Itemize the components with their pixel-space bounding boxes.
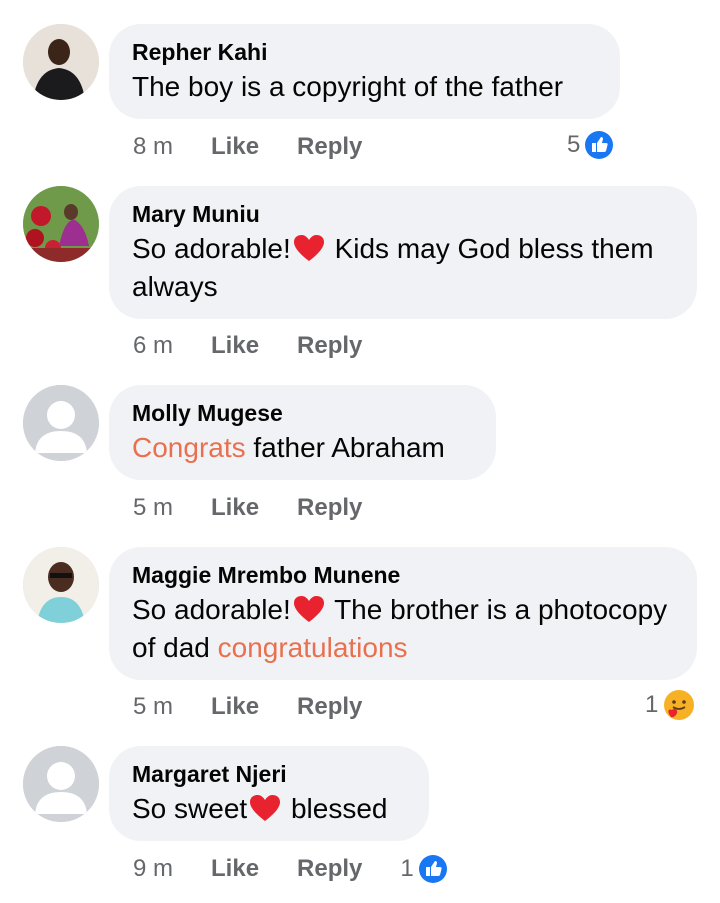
comment-text: So sweet blessed [132,790,407,828]
comment-bubble: Repher Kahi The boy is a copyright of th… [109,24,620,119]
timestamp[interactable]: 5 m [133,693,173,721]
comment-bubble: Mary Muniu So adorable! Kids may God ble… [109,186,697,319]
avatar[interactable] [23,547,99,623]
avatar[interactable] [23,24,99,100]
like-button[interactable]: Like [211,332,259,360]
reply-button[interactable]: Reply [297,494,362,522]
reaction-summary[interactable]: 5 [567,130,614,160]
comment-text-part: blessed [283,793,388,824]
hashtag-link[interactable]: congratulations [218,632,408,663]
comment-actions: 8 m Like Reply [133,132,362,162]
comment-text-part: So adorable! [132,594,291,625]
comment-text-part: father Abraham [245,432,445,463]
comment-actions: 5 m Like Reply [133,692,362,722]
reaction-summary[interactable]: 1 [645,688,696,722]
like-icon [418,855,447,883]
reply-button[interactable]: Reply [297,332,362,360]
commenter-name[interactable]: Maggie Mrembo Munene [132,561,675,589]
reply-button[interactable]: Reply [297,693,362,721]
comment-bubble: Molly Mugese Congrats father Abraham [109,385,496,480]
comment-text: So adorable! The brother is a photocopy … [132,591,675,667]
timestamp[interactable]: 9 m [133,855,173,883]
avatar[interactable] [23,186,99,262]
avatar[interactable] [23,385,99,461]
heart-emoji-icon [293,235,324,261]
comment-actions: 9 m Like Reply 1 [133,854,448,884]
comment-actions: 6 m Like Reply [133,331,362,361]
comment-text: Congrats father Abraham [132,429,474,467]
reaction-count: 1 [400,855,414,882]
avatar[interactable] [23,746,99,822]
comment-bubble: Maggie Mrembo Munene So adorable! The br… [109,547,697,680]
commenter-name[interactable]: Margaret Njeri [132,760,407,788]
hashtag-link[interactable]: Congrats [132,432,246,463]
comment-actions: 5 m Like Reply [133,493,362,523]
reply-button[interactable]: Reply [297,133,362,161]
comment-bubble: Margaret Njeri So sweet blessed [109,746,429,841]
reaction-count: 1 [645,691,659,718]
timestamp[interactable]: 6 m [133,332,173,360]
reaction-count: 5 [567,131,581,158]
commenter-name[interactable]: Molly Mugese [132,399,474,427]
commenter-name[interactable]: Repher Kahi [132,38,598,66]
comment-text-part: So adorable! [132,233,291,264]
heart-emoji-icon [293,596,324,622]
like-button[interactable]: Like [211,693,259,721]
like-button[interactable]: Like [211,494,259,522]
timestamp[interactable]: 8 m [133,133,173,161]
like-icon [585,131,614,159]
timestamp[interactable]: 5 m [133,494,173,522]
like-button[interactable]: Like [211,855,259,883]
care-icon [664,690,695,720]
like-button[interactable]: Like [211,133,259,161]
comment-text: The boy is a copyright of the father [132,71,564,102]
heart-emoji-icon [250,795,281,821]
reaction-summary[interactable]: 1 [400,854,447,884]
comment-text: So adorable! Kids may God bless them alw… [132,230,675,306]
reply-button[interactable]: Reply [297,855,362,883]
comment-text-part: So sweet [132,793,248,824]
commenter-name[interactable]: Mary Muniu [132,200,675,228]
